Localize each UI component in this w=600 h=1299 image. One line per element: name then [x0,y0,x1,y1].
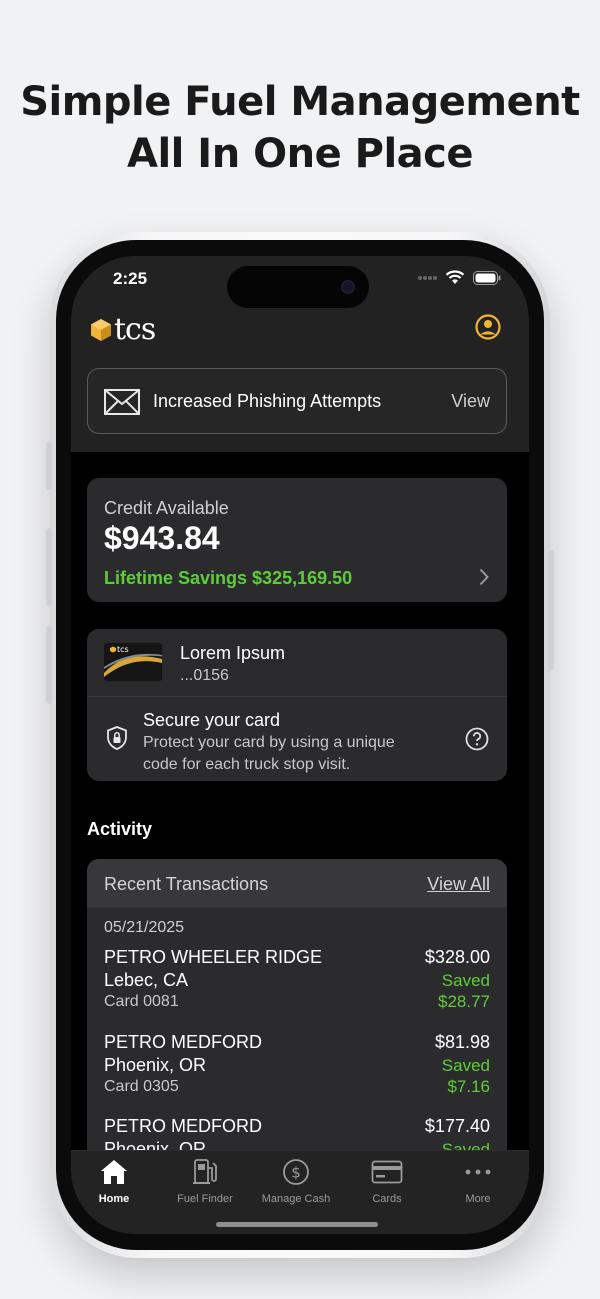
tab-manage-cash[interactable]: $ Manage Cash [251,1157,341,1205]
credit-amount: $943.84 [104,520,220,556]
tab-more[interactable]: More [433,1157,523,1205]
merchant-location: Phoenix, OR [104,1055,207,1075]
user-circle-icon[interactable] [475,314,501,340]
svg-text:$: $ [291,1164,301,1182]
headline-line-1: Simple Fuel Management [20,79,580,125]
logo-text: tcs [114,312,156,347]
transaction-card: Card 0081 [104,993,179,1010]
chevron-right-icon [479,568,489,586]
transaction-amount: $81.98 [434,1032,490,1052]
fuel-card-row[interactable]: tcs Lorem Ipsum ...0156 [87,629,507,697]
saved-label: Saved [441,1056,490,1075]
side-button-action [46,442,52,490]
tab-cards[interactable]: Cards [342,1157,432,1205]
app-screen: 2:25 tcs Increased Phishing Attempts Vie… [71,256,529,1234]
view-all-link[interactable]: View All [427,874,490,895]
recent-transactions-label: Recent Transactions [104,874,269,894]
app-header: 2:25 tcs Increased Phishing Attempts Vie… [71,256,529,452]
activity-heading: Activity [87,819,153,839]
signal-dots-icon [418,275,437,280]
headline-line-2: All In One Place [127,131,473,177]
alert-text: Increased Phishing Attempts [153,391,382,411]
card-art-icon: tcs [104,643,162,681]
tcs-logo: tcs [91,312,156,347]
logo-hexagon-icon [91,318,111,341]
shield-lock-icon [107,726,127,750]
headline: Simple Fuel Management All In One Place [0,76,600,180]
help-question-icon[interactable] [465,727,489,751]
side-button-volume-up [46,528,52,606]
card-thumb-text: tcs [117,645,129,654]
more-dots-icon [465,1169,491,1175]
status-time: 2:25 [113,269,148,288]
tab-label: Cards [372,1193,402,1205]
tab-home[interactable]: Home [71,1157,159,1205]
fuel-card-panel: tcs Lorem Ipsum ...0156 Secure your card… [87,629,507,781]
secure-card-title: Secure your card [143,710,281,730]
lifetime-savings: Lifetime Savings $325,169.50 [104,568,353,588]
transaction-amount: $177.40 [424,1116,490,1136]
home-icon [101,1160,127,1184]
transaction-row[interactable]: PETRO MEDFORD Phoenix, OR Card 0305 $81.… [87,1032,507,1116]
credit-label: Credit Available [104,498,229,518]
saved-amount: $7.16 [447,1077,490,1096]
card-icon [371,1160,403,1184]
fuel-pump-icon [193,1159,217,1184]
transaction-row[interactable]: PETRO WHEELER RIDGE Lebec, CA Card 0081 … [87,947,507,1031]
merchant-name: PETRO MEDFORD [104,1032,263,1052]
tab-label: Home [98,1193,130,1205]
side-button-volume-down [46,626,52,704]
wifi-icon [445,270,465,284]
recent-transactions-panel: Recent Transactions View All 05/21/2025 … [87,859,507,1159]
dynamic-island [227,266,369,308]
saved-amount: $28.77 [438,992,490,1011]
envelope-icon [104,389,140,415]
camera-icon [341,280,355,294]
transaction-amount: $328.00 [424,947,490,967]
tab-fuel-finder[interactable]: Fuel Finder [160,1157,250,1205]
card-number: ...0156 [180,667,229,684]
home-indicator[interactable] [216,1222,378,1227]
transactions-date: 05/21/2025 [104,919,185,936]
alert-view-link[interactable]: View [451,391,490,412]
merchant-name: PETRO WHEELER RIDGE [104,947,323,967]
tab-label: Fuel Finder [177,1193,233,1205]
recent-transactions-header: Recent Transactions View All [87,859,507,907]
dollar-circle-icon: $ [283,1159,309,1185]
battery-icon [473,270,501,285]
phishing-alert-banner[interactable]: Increased Phishing Attempts View [87,368,507,434]
secure-card-description: Protect your card by using a unique code… [143,734,395,773]
merchant-location: Lebec, CA [104,970,189,990]
status-icons [417,270,501,285]
tab-label: More [465,1193,491,1205]
side-button-power [548,550,554,670]
card-thumbnail: tcs [104,643,162,681]
saved-label: Saved [441,971,490,990]
card-holder-name: Lorem Ipsum [180,643,286,663]
transaction-card: Card 0305 [104,1078,179,1095]
merchant-name: PETRO MEDFORD [104,1116,263,1136]
credit-available-card[interactable]: Credit Available $943.84 Lifetime Saving… [87,478,507,602]
tab-label: Manage Cash [261,1193,331,1205]
